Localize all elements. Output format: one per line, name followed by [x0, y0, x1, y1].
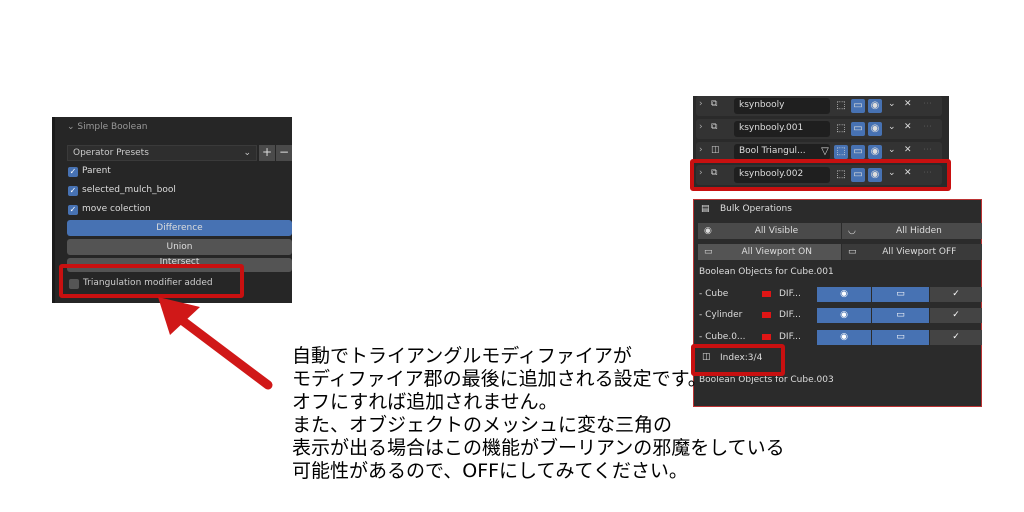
checkbox-label: Parent — [82, 166, 111, 176]
checkbox-label: selected_mulch_bool — [82, 185, 176, 195]
note-line: モディファイア郡の最後に追加される設定です。 — [292, 368, 707, 390]
parent-checkbox[interactable]: ✓ — [68, 167, 78, 177]
note-line: オフにすれば追加されません。 — [292, 391, 558, 413]
all-hidden-button[interactable]: ◡ All Hidden — [842, 223, 982, 239]
viewport-icon[interactable]: ▭ — [851, 122, 865, 136]
delete-icon[interactable]: ✕ — [904, 122, 912, 132]
check-toggle[interactable]: ✓ — [930, 287, 982, 302]
checkbox-label: move colection — [82, 204, 151, 214]
delete-icon[interactable]: ✕ — [904, 99, 912, 109]
visibility-toggle[interactable]: ◉ — [817, 308, 871, 323]
note-line: 表示が出る場合はこの機能がブーリアンの邪魔をしている — [292, 437, 785, 459]
drag-handle-icon[interactable]: ⋯ — [923, 122, 932, 132]
on-cage-icon[interactable]: ▽ — [818, 145, 832, 159]
section-label: Boolean Objects for Cube.001 — [699, 267, 834, 277]
panel-title: Simple Boolean — [77, 122, 148, 132]
expand-icon[interactable]: › — [699, 145, 703, 155]
object-row: - Cylinder DIF... ◉ ▭ ✓ — [694, 308, 982, 324]
all-viewport-off-button[interactable]: ▭ All Viewport OFF — [842, 244, 982, 260]
edit-mode-icon[interactable]: ⬚ — [834, 99, 848, 113]
all-viewport-on-button[interactable]: ▭ All Viewport ON — [698, 244, 841, 260]
button-label: All Viewport ON — [741, 247, 813, 257]
render-camera-icon[interactable]: ◉ — [868, 145, 882, 159]
difference-button[interactable]: Difference — [67, 220, 292, 236]
object-color-icon — [762, 312, 771, 318]
check-toggle[interactable]: ✓ — [930, 330, 982, 345]
button-label: All Viewport OFF — [882, 247, 957, 257]
note-line: また、オブジェクトのメッシュに変な三角の — [292, 414, 673, 436]
panel-header[interactable]: ⌄ Simple Boolean — [67, 122, 147, 132]
delete-icon[interactable]: ✕ — [904, 145, 912, 155]
viewport-toggle[interactable]: ▭ — [872, 308, 929, 323]
selected-mulch-bool-checkbox[interactable]: ✓ — [68, 186, 78, 196]
red-arrow — [158, 297, 273, 390]
button-label: All Hidden — [895, 226, 942, 236]
monitor-icon: ▭ — [704, 247, 713, 257]
eye-closed-icon: ◡ — [848, 226, 856, 236]
add-preset-button[interactable]: + — [259, 145, 275, 161]
highlight-box — [690, 159, 951, 191]
operation-label: DIF... — [779, 332, 801, 342]
visibility-toggle[interactable]: ◉ — [817, 330, 871, 345]
edit-mode-icon[interactable]: ⬚ — [834, 122, 848, 136]
union-button[interactable]: Union — [67, 239, 292, 255]
annotation-note: 自動でトライアングルモディファイアが モディファイア郡の最後に追加される設定です。… — [292, 345, 785, 483]
triangulate-modifier-icon: ◫ — [711, 145, 720, 155]
button-label: All Visible — [754, 226, 799, 236]
modifier-name-field[interactable]: ksynbooly — [734, 98, 830, 114]
chevron-down-icon: ⌄ — [243, 148, 251, 158]
boolean-modifier-icon: ⧉ — [711, 122, 718, 132]
operator-presets-dropdown[interactable]: Operator Presets ⌄ — [67, 145, 257, 161]
viewport-toggle[interactable]: ▭ — [872, 330, 929, 345]
edit-mode-icon[interactable]: ⬚ — [834, 145, 848, 159]
viewport-icon[interactable]: ▭ — [851, 99, 865, 113]
note-line: 自動でトライアングルモディファイアが — [292, 345, 632, 367]
all-visible-button[interactable]: ◉ All Visible — [698, 223, 841, 239]
viewport-icon[interactable]: ▭ — [851, 145, 865, 159]
expand-icon[interactable]: › — [699, 99, 703, 109]
chevron-down-icon[interactable]: ⌄ — [888, 122, 896, 132]
chevron-down-icon[interactable]: ⌄ — [888, 145, 896, 155]
visibility-toggle[interactable]: ◉ — [817, 287, 871, 302]
object-color-icon — [762, 334, 771, 340]
bulk-title: Bulk Operations — [720, 204, 792, 214]
move-colection-checkbox[interactable]: ✓ — [68, 205, 78, 215]
expand-icon[interactable]: › — [699, 122, 703, 132]
modifier-row[interactable]: › ⧉ ksynbooly.001 ⬚ ▭ ◉ ⌄ ✕ ⋯ — [696, 119, 942, 139]
boolean-modifier-icon: ⧉ — [711, 99, 718, 109]
object-name[interactable]: - Cube — [699, 289, 728, 299]
note-line: 可能性があるので、OFFにしてみてください。 — [292, 460, 688, 482]
object-name[interactable]: - Cylinder — [699, 310, 742, 320]
operation-label: DIF... — [779, 310, 801, 320]
eye-icon: ◉ — [704, 226, 712, 236]
modifier-name-field[interactable]: ksynbooly.001 — [734, 121, 830, 137]
viewport-toggle[interactable]: ▭ — [872, 287, 929, 302]
preset-label: Operator Presets — [73, 148, 149, 158]
render-camera-icon[interactable]: ◉ — [868, 122, 882, 136]
render-camera-icon[interactable]: ◉ — [868, 99, 882, 113]
remove-preset-button[interactable]: − — [276, 145, 292, 161]
monitor-icon: ▭ — [848, 247, 857, 257]
archive-icon: ▤ — [701, 204, 710, 214]
modifier-name-field[interactable]: Bool Triangul... — [734, 144, 830, 160]
object-color-icon — [762, 291, 771, 297]
object-name[interactable]: - Cube.0... — [699, 332, 746, 342]
drag-handle-icon[interactable]: ⋯ — [923, 145, 932, 155]
drag-handle-icon[interactable]: ⋯ — [923, 99, 932, 109]
check-toggle[interactable]: ✓ — [930, 308, 982, 323]
operation-label: DIF... — [779, 289, 801, 299]
object-row: - Cube DIF... ◉ ▭ ✓ — [694, 287, 982, 303]
modifier-row[interactable]: › ⧉ ksynbooly ⬚ ▭ ◉ ⌄ ✕ ⋯ — [696, 96, 942, 116]
chevron-down-icon[interactable]: ⌄ — [888, 99, 896, 109]
